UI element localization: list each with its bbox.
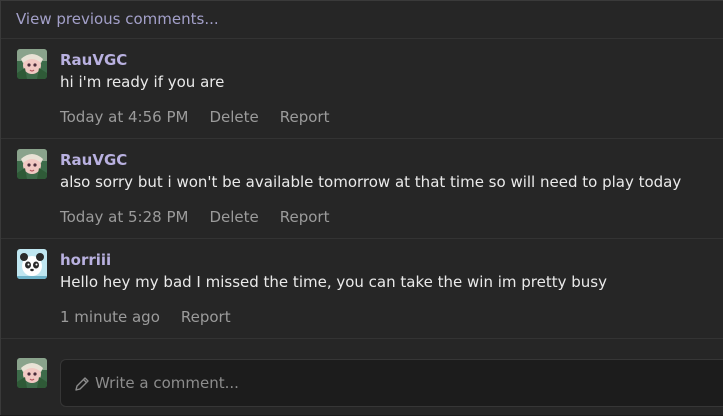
view-previous-comments-link[interactable]: View previous comments... xyxy=(1,1,723,39)
delete-button[interactable]: Delete xyxy=(209,208,258,226)
comment-item: RauVGC hi i'm ready if you are Today at … xyxy=(1,39,723,139)
comment-timestamp[interactable]: 1 minute ago xyxy=(60,308,160,326)
comment-compose: Write a comment... xyxy=(1,350,723,416)
avatar[interactable] xyxy=(17,149,47,179)
comment-input-placeholder: Write a comment... xyxy=(95,374,239,392)
comment-meta: Today at 4:56 PM Delete Report xyxy=(60,108,345,126)
comment-meta: Today at 5:28 PM Delete Report xyxy=(60,208,345,226)
comment-text: Hello hey my bad I missed the time, you … xyxy=(60,273,607,291)
comment-username[interactable]: RauVGC xyxy=(60,51,127,69)
pencil-icon xyxy=(75,377,89,391)
comment-username[interactable]: horriii xyxy=(60,251,111,269)
comment-username[interactable]: RauVGC xyxy=(60,151,127,169)
comments-panel: View previous comments... RauVGC hi i'm … xyxy=(0,0,723,415)
report-button[interactable]: Report xyxy=(280,108,330,126)
avatar[interactable] xyxy=(17,49,47,79)
delete-button[interactable]: Delete xyxy=(209,108,258,126)
comment-input[interactable]: Write a comment... xyxy=(60,359,723,407)
comment-timestamp[interactable]: Today at 4:56 PM xyxy=(60,108,188,126)
comment-meta: 1 minute ago Report xyxy=(60,308,247,326)
comment-timestamp[interactable]: Today at 5:28 PM xyxy=(60,208,188,226)
report-button[interactable]: Report xyxy=(181,308,231,326)
comment-item: horriii Hello hey my bad I missed the ti… xyxy=(1,239,723,339)
comment-text: hi i'm ready if you are xyxy=(60,73,225,91)
current-user-avatar xyxy=(17,358,47,388)
avatar[interactable] xyxy=(17,249,47,279)
report-button[interactable]: Report xyxy=(280,208,330,226)
comment-text: also sorry but i won't be available tomo… xyxy=(60,173,682,191)
comment-item: RauVGC also sorry but i won't be availab… xyxy=(1,139,723,239)
